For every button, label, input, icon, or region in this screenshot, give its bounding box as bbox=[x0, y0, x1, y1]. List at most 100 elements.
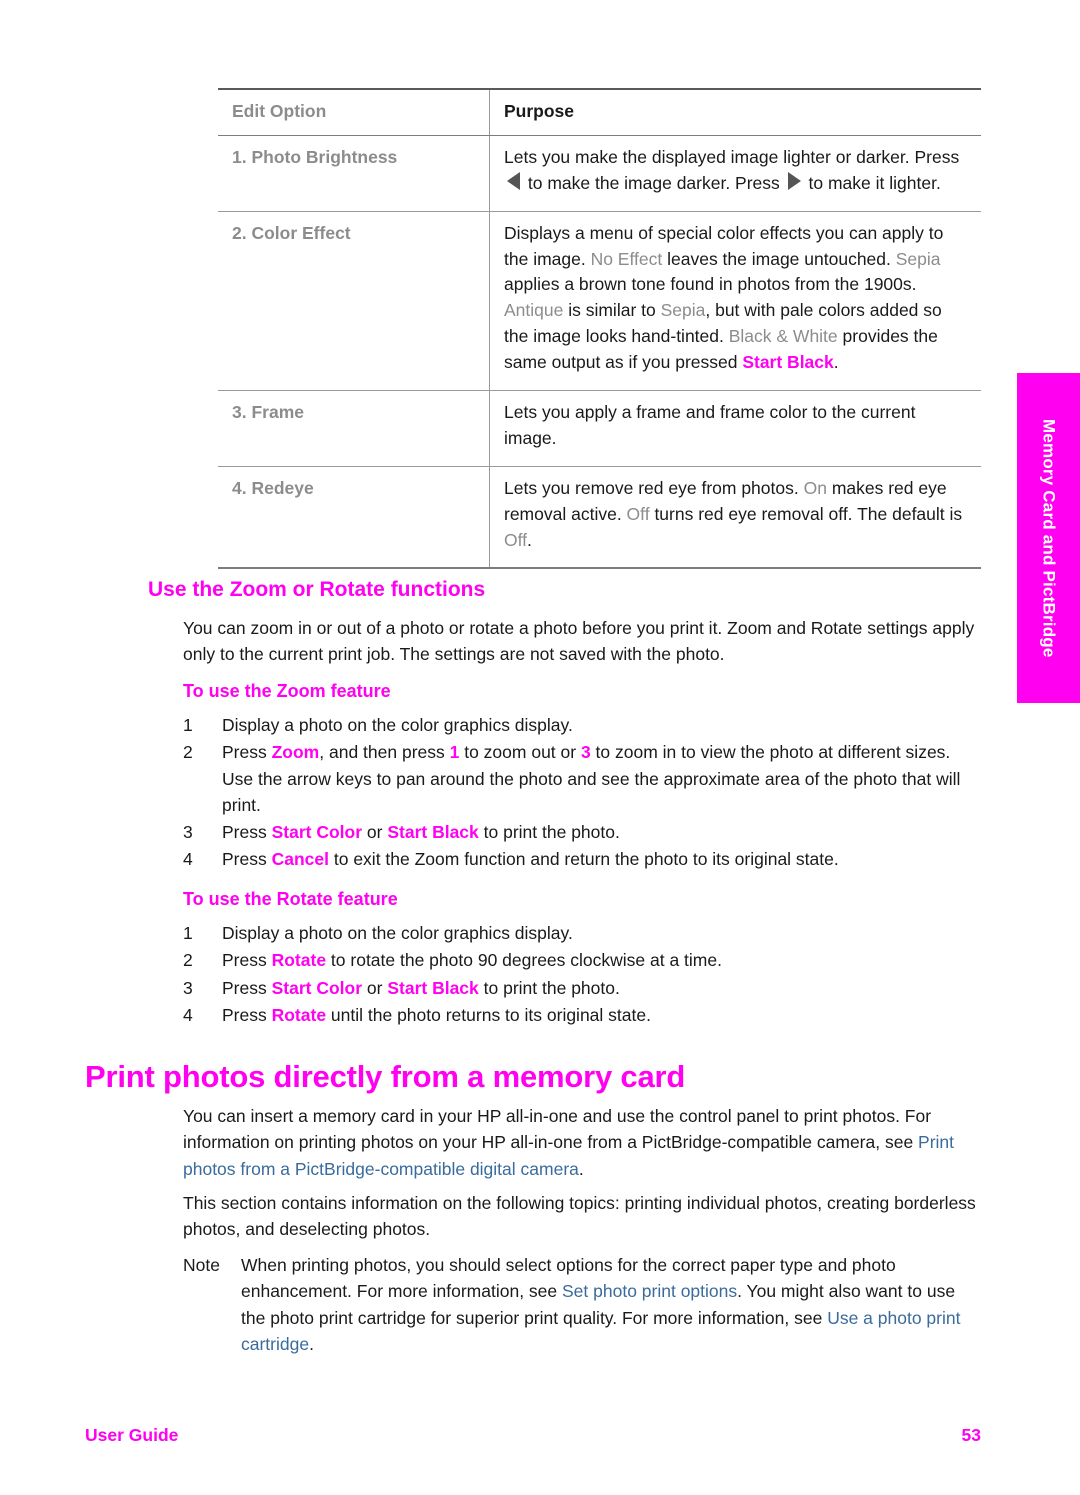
step-text: Press Start Color or Start Black to prin… bbox=[222, 975, 983, 1001]
table-cell-purpose: Lets you remove red eye from photos. On … bbox=[489, 465, 981, 569]
table-cell-edit-option: 1. Photo Brightness bbox=[218, 135, 490, 212]
text-run: Display a photo on the color graphics di… bbox=[222, 715, 573, 735]
step-number: 2 bbox=[183, 742, 193, 763]
list-item: 3 Press Start Color or Start Black to pri… bbox=[183, 819, 983, 845]
emphasis-menu-value: Black & White bbox=[728, 326, 838, 347]
emphasis-button-name: Zoom bbox=[271, 742, 320, 763]
table-row: 1. Photo Brightness Lets you make the dis… bbox=[218, 135, 982, 212]
emphasis-button-name: 1 bbox=[449, 742, 460, 763]
side-tab-label: Memory Card and PictBridge bbox=[1039, 418, 1059, 658]
step-text: Press Rotate to rotate the photo 90 degr… bbox=[222, 947, 983, 973]
step-number: 3 bbox=[183, 822, 193, 842]
emphasis-button-name: Start Color bbox=[271, 977, 363, 998]
paragraph-section-topics: This section contains information on the… bbox=[183, 1193, 976, 1240]
text-run: to make the image darker. Press bbox=[523, 172, 785, 193]
emphasis-menu-value: Off bbox=[504, 529, 528, 550]
table-header-purpose: Purpose bbox=[489, 89, 981, 136]
emphasis-button-name: 3 bbox=[580, 742, 591, 763]
text-run: to print the photo. bbox=[478, 977, 620, 998]
edit-options-table: Edit Option Purpose 1. Photo Brightness L… bbox=[218, 88, 982, 570]
text-run: Press bbox=[222, 950, 272, 971]
arrow-left-icon bbox=[507, 171, 520, 190]
text-run: until the photo returns to its original … bbox=[326, 1004, 651, 1025]
emphasis-button-name: Rotate bbox=[271, 950, 327, 971]
rotate-feature-steps: 1 Display a photo on the color graphics d… bbox=[183, 920, 983, 1029]
step-text: Press Zoom, and then press 1 to zoom out… bbox=[222, 739, 983, 818]
step-number: 4 bbox=[183, 849, 193, 870]
text-run: . bbox=[833, 352, 839, 373]
list-item: 4 Press Rotate until the photo returns to… bbox=[183, 1002, 983, 1028]
step-text: Display a photo on the color graphics di… bbox=[222, 712, 983, 738]
text-run: is similar to bbox=[563, 300, 661, 321]
text-run: Display a photo on the color graphics di… bbox=[222, 923, 573, 943]
emphasis-button-name: Start Black bbox=[742, 352, 834, 373]
step-number: 1 bbox=[183, 715, 193, 735]
step-number: 4 bbox=[183, 1004, 193, 1025]
page-content: Edit Option Purpose 1. Photo Brightness L… bbox=[0, 0, 1017, 1495]
table-header-row: Edit Option Purpose bbox=[218, 89, 981, 136]
text-run: leaves the image untouched. bbox=[662, 248, 896, 269]
list-item: 4 Press Cancel to exit the Zoom function … bbox=[183, 846, 983, 872]
emphasis-menu-value: Sepia bbox=[660, 300, 706, 321]
text-run: . bbox=[309, 1333, 314, 1354]
text-run: Press bbox=[222, 977, 272, 998]
paragraph-zoom-rotate-intro: You can zoom in or out of a photo or rot… bbox=[183, 618, 975, 665]
table-cell-purpose: Lets you make the displayed image lighte… bbox=[490, 135, 982, 211]
arrow-right-icon bbox=[787, 171, 801, 190]
text-run: Press bbox=[222, 849, 272, 870]
emphasis-button-name: Start Black bbox=[387, 822, 479, 842]
text-run: to exit the Zoom function and return the… bbox=[329, 849, 839, 870]
emphasis-button-name: Cancel bbox=[271, 849, 329, 870]
text-run: . bbox=[578, 1158, 584, 1179]
text-run: turns red eye removal off. The default i… bbox=[649, 503, 963, 524]
table-cell-edit-option: 2. Color Effect bbox=[218, 210, 490, 391]
text-run: . bbox=[527, 529, 532, 550]
text-run: Lets you make the displayed image lighte… bbox=[504, 146, 960, 167]
text-run: Press bbox=[222, 822, 272, 842]
text-run: Press bbox=[222, 1004, 272, 1025]
emphasis-button-name: Rotate bbox=[271, 1004, 327, 1025]
table-row: 4. Redeye Lets you remove red eye from ph… bbox=[218, 465, 981, 569]
table-cell-edit-option: 3. Frame bbox=[218, 390, 490, 467]
text-run: to make it lighter. bbox=[803, 172, 941, 193]
step-number: 3 bbox=[183, 977, 193, 998]
emphasis-menu-value: Sepia bbox=[895, 248, 941, 269]
cross-reference-link[interactable]: Set photo print options bbox=[562, 1281, 737, 1301]
side-tab-memory-card-pictbridge: Memory Card and PictBridge bbox=[1017, 373, 1080, 703]
step-text: Display a photo on the color graphics di… bbox=[222, 920, 983, 946]
table-row: 3. Frame Lets you apply a frame and frame… bbox=[218, 390, 981, 467]
heading-use-zoom-or-rotate: Use the Zoom or Rotate functions bbox=[148, 578, 486, 601]
emphasis-menu-value: No Effect bbox=[590, 248, 663, 269]
emphasis-button-name: Start Black bbox=[387, 977, 479, 998]
step-text: Press Cancel to exit the Zoom function a… bbox=[222, 846, 983, 872]
footer-document-title: User Guide bbox=[85, 1425, 179, 1445]
list-item: 1 Display a photo on the color graphics d… bbox=[183, 712, 983, 738]
emphasis-menu-value: On bbox=[803, 477, 827, 498]
paragraph-memory-card-intro: You can insert a memory card in your HP … bbox=[183, 1103, 981, 1182]
text-run: applies a brown tone found in photos fro… bbox=[504, 274, 917, 295]
text-run: to print the photo. bbox=[478, 822, 620, 842]
table-cell-purpose: Displays a menu of special color effects… bbox=[489, 210, 981, 391]
footer-page-number: 53 bbox=[961, 1425, 981, 1445]
step-text: Press Rotate until the photo returns to … bbox=[222, 1002, 983, 1028]
table-header-edit-option: Edit Option bbox=[218, 89, 490, 136]
table-cell-edit-option: 4. Redeye bbox=[218, 465, 490, 569]
text-run: to rotate the photo 90 degrees clockwise… bbox=[326, 950, 722, 971]
table-row: 2. Color Effect Displays a menu of specia… bbox=[218, 210, 981, 391]
table-cell-purpose: Lets you apply a frame and frame color t… bbox=[489, 390, 981, 467]
table-body: 1. Photo Brightness Lets you make the dis… bbox=[218, 135, 982, 569]
text-run: , and then press bbox=[319, 742, 450, 763]
heading-to-use-zoom-feature: To use the Zoom feature bbox=[183, 681, 391, 701]
step-number: 1 bbox=[183, 923, 193, 943]
heading-print-photos-memory-card: Print photos directly from a memory card bbox=[85, 1059, 686, 1094]
text-run: or bbox=[362, 977, 388, 998]
page-footer: User Guide 53 bbox=[85, 1425, 981, 1446]
step-text: Press Start Color or Start Black to prin… bbox=[222, 819, 983, 845]
note-label: Note bbox=[183, 1255, 220, 1275]
text-run: Lets you remove red eye from photos. bbox=[504, 477, 804, 498]
list-item: 1 Display a photo on the color graphics d… bbox=[183, 920, 983, 946]
text-run: or bbox=[362, 822, 388, 842]
text-run: to zoom out or bbox=[459, 742, 581, 763]
list-item: 2 Press Zoom, and then press 1 to zoom ou… bbox=[183, 739, 983, 818]
emphasis-menu-value: Off bbox=[626, 503, 650, 524]
